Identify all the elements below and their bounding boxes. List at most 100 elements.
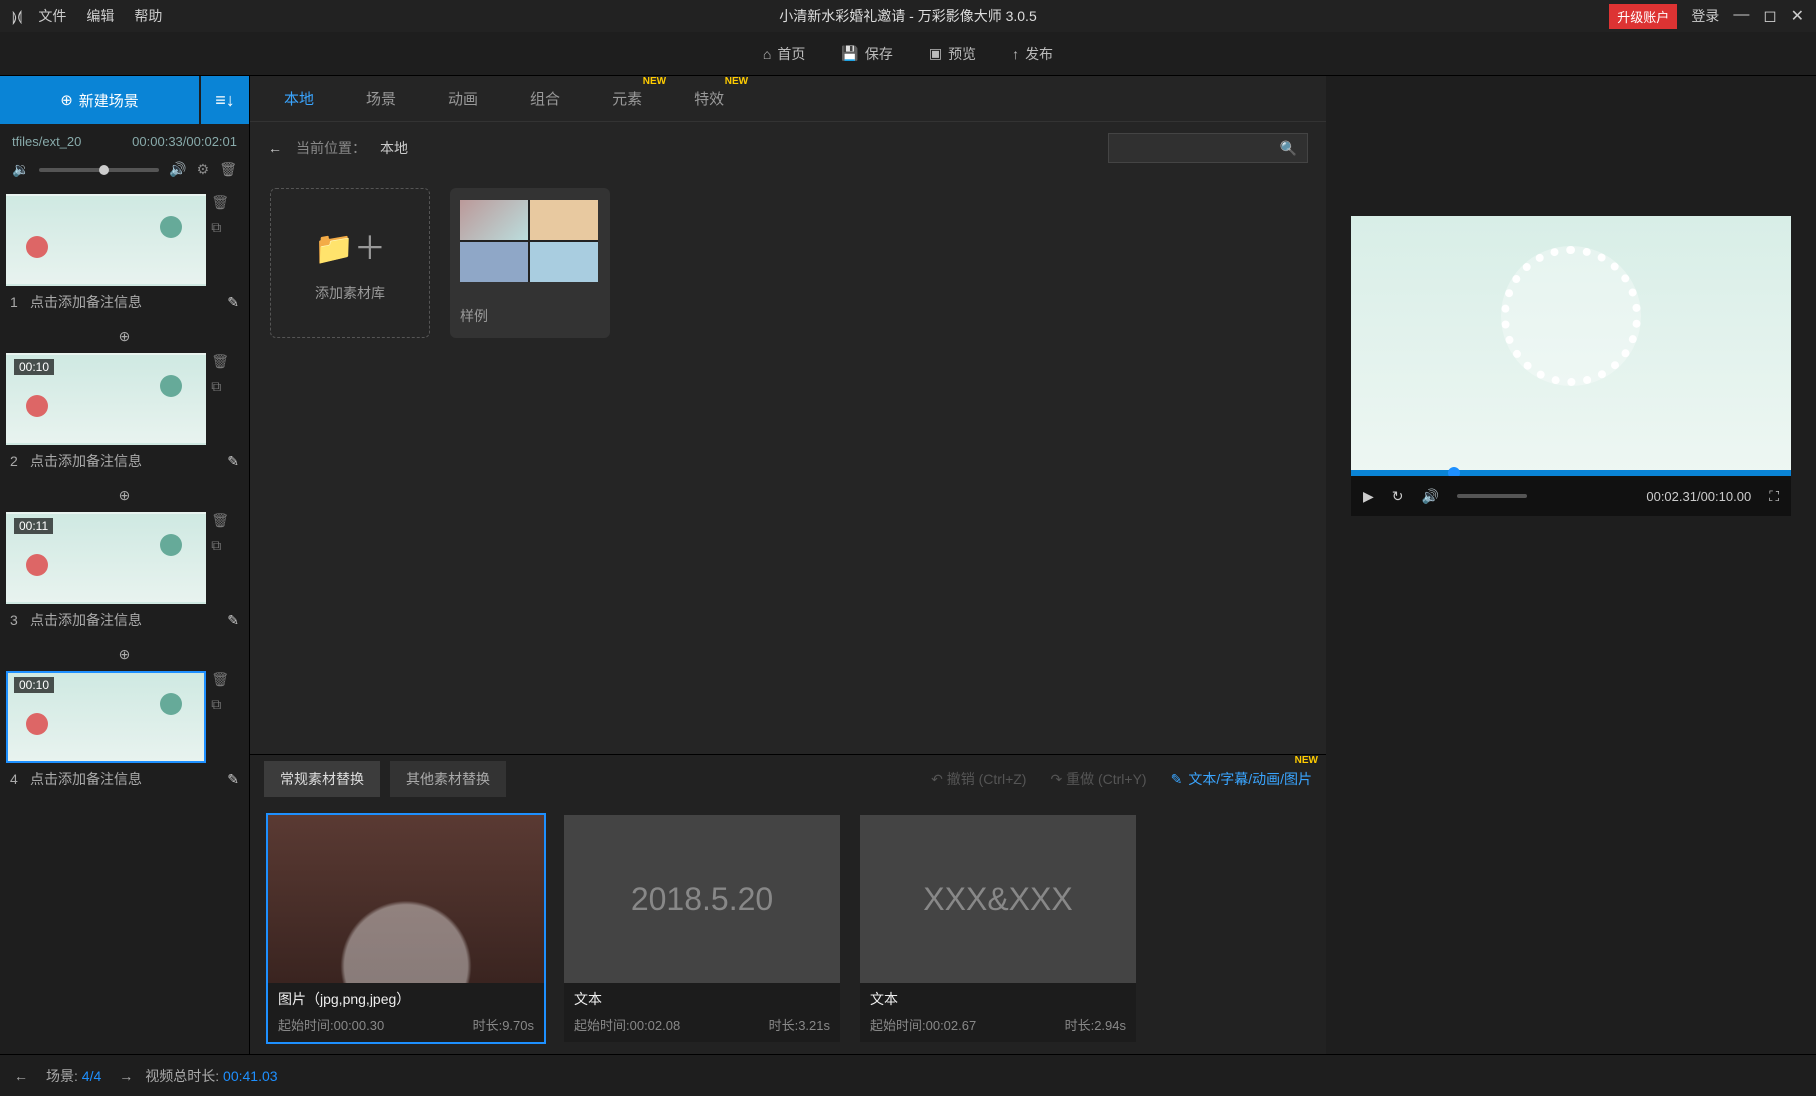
publish-button[interactable]: ↑发布 <box>1012 44 1053 64</box>
menu-help[interactable]: 帮助 <box>134 6 162 26</box>
redo-label: 重做 (Ctrl+Y) <box>1066 771 1147 787</box>
loop-icon[interactable]: ↻ <box>1392 488 1404 505</box>
preview-button[interactable]: ▣预览 <box>929 44 976 64</box>
library-grid: 📁＋ 添加素材库 样例 <box>250 174 1326 754</box>
tab-element[interactable]: 元素NEW <box>586 76 668 121</box>
scene-index: 3 <box>10 612 24 628</box>
plus-icon: ⊕ <box>60 91 73 109</box>
minimize-icon[interactable]: — <box>1733 6 1749 26</box>
logo-icon: ⟭⟬ <box>12 8 22 25</box>
scene-item[interactable]: 00:10 🗑⧉ 2 点击添加备注信息 ✎ <box>6 353 243 477</box>
trash-icon[interactable]: 🗑 <box>219 161 237 178</box>
window-title: 小清新水彩婚礼邀请 - 万彩影像大师 3.0.5 <box>779 6 1036 26</box>
trash-icon[interactable]: 🗑 <box>211 671 229 688</box>
search-icon: 🔍 <box>1280 140 1297 157</box>
scene-label[interactable]: 点击添加备注信息 <box>30 769 221 789</box>
close-icon[interactable]: ✕ <box>1791 6 1804 26</box>
item-title: 图片（jpg,png,jpeg） <box>268 983 544 1013</box>
bottom-panel: 常规素材替换 其他素材替换 ↶ 撤销 (Ctrl+Z) ↷ 重做 (Ctrl+Y… <box>250 754 1326 1054</box>
tab-replace-normal[interactable]: 常规素材替换 <box>264 761 380 797</box>
fullscreen-icon[interactable]: ⛶ <box>1769 488 1779 505</box>
search-input[interactable]: 🔍 <box>1108 133 1308 163</box>
volume-seek[interactable] <box>1457 494 1527 498</box>
scene-item[interactable]: 🗑⧉ 1 点击添加备注信息 ✎ <box>6 194 243 318</box>
publish-label: 发布 <box>1025 44 1053 64</box>
volume-slider[interactable] <box>39 168 159 172</box>
save-button[interactable]: 💾保存 <box>841 44 892 64</box>
volume-down-icon[interactable]: 🔉 <box>12 161 29 178</box>
tab-effect[interactable]: 特效NEW <box>668 76 750 121</box>
sort-icon: ≡↓ <box>215 90 235 111</box>
preview-time: 00:02.31/00:10.00 <box>1646 489 1751 504</box>
undo-label: 撤销 (Ctrl+Z) <box>947 771 1027 787</box>
sample-thumb <box>460 200 598 282</box>
edit-icon[interactable]: ✎ <box>227 294 239 311</box>
replace-item[interactable]: XXX&XXX 文本 起始时间:00:02.67时长:2.94s <box>860 815 1136 1042</box>
scene-item[interactable]: 00:11 🗑⧉ 3 点击添加备注信息 ✎ <box>6 512 243 636</box>
add-library-card[interactable]: 📁＋ 添加素材库 <box>270 188 430 338</box>
copy-icon[interactable]: ⧉ <box>211 696 229 713</box>
undo-button[interactable]: ↶ 撤销 (Ctrl+Z) <box>931 769 1026 789</box>
add-scene-icon[interactable]: ⊕ <box>119 646 131 663</box>
tab-anim[interactable]: 动画 <box>422 76 504 121</box>
tab-effect-label: 特效 <box>694 91 724 108</box>
trash-icon[interactable]: 🗑 <box>211 353 229 370</box>
volume-icon[interactable]: 🔊 <box>1422 488 1439 505</box>
tab-element-label: 元素 <box>612 91 642 108</box>
edit-icon[interactable]: ✎ <box>227 612 239 629</box>
menu-file[interactable]: 文件 <box>38 6 66 26</box>
upgrade-button[interactable]: 升级账户 <box>1609 4 1677 29</box>
preview-panel: ▶ ↻ 🔊 00:02.31/00:10.00 ⛶ <box>1326 76 1816 1054</box>
tab-combo[interactable]: 组合 <box>504 76 586 121</box>
trash-icon-icon[interactable]: 🗑 <box>211 512 229 529</box>
next-icon[interactable]: → <box>119 1068 133 1084</box>
login-button[interactable]: 登录 <box>1691 6 1719 26</box>
item-start: 起始时间:00:02.67 <box>870 1015 976 1034</box>
item-duration: 时长:2.94s <box>1065 1015 1126 1034</box>
home-button[interactable]: ⌂首页 <box>763 44 805 64</box>
action-bar: ⌂首页 💾保存 ▣预览 ↑发布 <box>0 32 1816 76</box>
replace-item[interactable]: 图片（jpg,png,jpeg） 起始时间:00:00.30时长:9.70s <box>268 815 544 1042</box>
tab-local[interactable]: 本地 <box>258 76 340 121</box>
replace-item[interactable]: 2018.5.20 文本 起始时间:00:02.08时长:3.21s <box>564 815 840 1042</box>
volume-up-icon[interactable]: 🔊 <box>169 161 186 178</box>
new-badge: NEW <box>643 76 666 87</box>
edit-icon[interactable]: ✎ <box>227 453 239 470</box>
add-scene-icon[interactable]: ⊕ <box>119 328 131 345</box>
sample-library-card[interactable]: 样例 <box>450 188 610 338</box>
copy-icon[interactable]: ⧉ <box>211 537 229 554</box>
scene-count-label: 场景: <box>46 1068 78 1084</box>
tab-replace-other[interactable]: 其他素材替换 <box>390 761 506 797</box>
new-scene-button[interactable]: ⊕ 新建场景 <box>0 76 199 124</box>
item-title: 文本 <box>860 983 1136 1013</box>
maximize-icon[interactable]: ◻ <box>1763 6 1776 26</box>
scene-label[interactable]: 点击添加备注信息 <box>30 610 221 630</box>
scene-index: 2 <box>10 453 24 469</box>
back-icon[interactable]: ← <box>268 140 282 156</box>
total-duration-label: 视频总时长: <box>145 1068 219 1084</box>
play-icon[interactable]: ▶ <box>1363 488 1374 505</box>
text-subtitle-link[interactable]: ✎ 文本/字幕/动画/图片 NEW <box>1171 769 1312 789</box>
trash-icon[interactable]: 🗑 <box>211 194 229 211</box>
add-scene-icon[interactable]: ⊕ <box>119 487 131 504</box>
redo-button[interactable]: ↷ 重做 (Ctrl+Y) <box>1050 769 1146 789</box>
sort-button[interactable]: ≡↓ <box>201 76 249 124</box>
prev-icon[interactable]: ← <box>14 1068 28 1084</box>
folder-plus-icon: 📁＋ <box>314 223 386 269</box>
menu-edit[interactable]: 编辑 <box>86 6 114 26</box>
copy-icon[interactable]: ⧉ <box>211 219 229 236</box>
scene-item[interactable]: 00:10 🗑⧉ 4 点击添加备注信息 ✎ <box>6 671 243 795</box>
pencil-icon: ✎ <box>1171 771 1183 788</box>
gear-icon[interactable]: ⚙ <box>197 161 210 178</box>
scene-list: 🗑⧉ 1 点击添加备注信息 ✎ ⊕ 00:10 🗑⧉ 2 点击添加备注信息 ✎ … <box>0 190 249 1054</box>
item-start: 起始时间:00:00.30 <box>278 1015 384 1034</box>
tab-scene[interactable]: 场景 <box>340 76 422 121</box>
copy-icon[interactable]: ⧉ <box>211 378 229 395</box>
breadcrumb-label: 当前位置： <box>296 138 366 158</box>
scene-label[interactable]: 点击添加备注信息 <box>30 292 221 312</box>
item-preview: 2018.5.20 <box>564 815 840 983</box>
preview-canvas[interactable] <box>1351 216 1791 476</box>
file-path: tfiles/ext_20 <box>12 134 81 149</box>
edit-icon[interactable]: ✎ <box>227 771 239 788</box>
scene-label[interactable]: 点击添加备注信息 <box>30 451 221 471</box>
